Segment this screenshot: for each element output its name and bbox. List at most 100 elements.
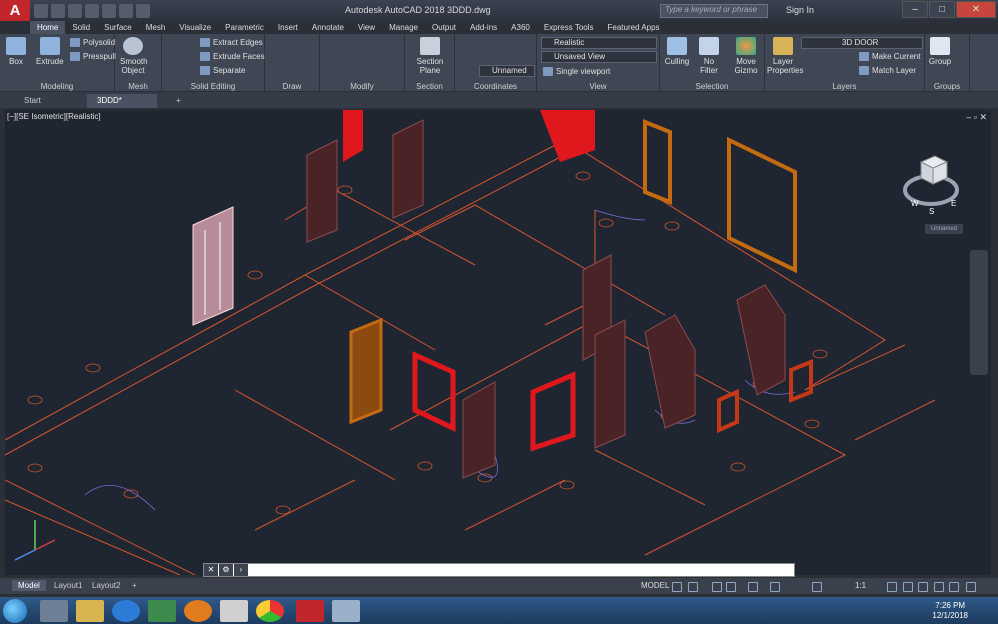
modeling-label[interactable]: Modeling — [0, 82, 114, 91]
isolate-objects-icon[interactable] — [934, 582, 944, 592]
maximize-button[interactable]: □ — [929, 1, 955, 18]
tab-featured-apps[interactable]: Featured Apps — [601, 21, 667, 34]
layout-tab-model[interactable]: Model — [12, 580, 46, 591]
app3-icon[interactable] — [220, 600, 248, 622]
redo-icon[interactable] — [136, 3, 150, 18]
presspull-button[interactable]: Presspull — [70, 52, 116, 62]
print-icon[interactable] — [102, 3, 116, 18]
tab-solid[interactable]: Solid — [65, 21, 97, 34]
tab-insert[interactable]: Insert — [271, 21, 305, 34]
modify-label[interactable]: Modify — [320, 82, 404, 91]
ucs-name-label[interactable]: Unnamed — [925, 224, 963, 234]
groups-label[interactable]: Groups — [925, 82, 969, 91]
osnap-icon[interactable] — [748, 582, 758, 592]
save-as-icon[interactable] — [85, 3, 99, 18]
tab-start[interactable]: Start — [14, 94, 51, 108]
close-button[interactable]: ✕ — [956, 1, 996, 18]
command-input[interactable] — [249, 564, 794, 576]
open-file-icon[interactable] — [51, 3, 65, 18]
annotation-visibility-icon[interactable] — [812, 582, 822, 592]
polysolid-button[interactable]: Polysolid — [70, 38, 115, 48]
view-label[interactable]: View — [537, 82, 659, 91]
make-current-button[interactable]: Make Current — [859, 52, 920, 62]
tab-express-tools[interactable]: Express Tools — [537, 21, 601, 34]
close-command-icon[interactable]: ✕ — [204, 564, 218, 576]
tab-manage[interactable]: Manage — [382, 21, 425, 34]
no-filter-button[interactable]: No Filter — [694, 37, 724, 75]
group-button[interactable]: Group — [928, 37, 952, 66]
mesh-label[interactable]: Mesh — [115, 82, 161, 91]
tab-mesh[interactable]: Mesh — [139, 21, 173, 34]
viewport-controls-label[interactable]: [−][SE Isometric][Realistic] — [7, 112, 101, 121]
lineweight-icon[interactable] — [770, 582, 780, 592]
undo-icon[interactable] — [119, 3, 133, 18]
search-input[interactable]: Type a keyword or phrase — [660, 4, 768, 18]
coordinates-label[interactable]: Coordinates — [455, 82, 536, 91]
sign-in-link[interactable]: Sign In — [786, 5, 814, 15]
ucs-dropdown[interactable]: Unnamed — [479, 65, 535, 77]
layout-tab-layout1[interactable]: Layout1 — [48, 580, 88, 591]
model-space-button[interactable]: MODEL — [641, 581, 669, 590]
viewcube[interactable]: W S E Unnamed — [903, 150, 963, 234]
tab-parametric[interactable]: Parametric — [218, 21, 271, 34]
media-player-icon[interactable] — [40, 600, 68, 622]
draw-label[interactable]: Draw — [265, 82, 319, 91]
clean-screen-icon[interactable] — [949, 582, 959, 592]
tab-a360[interactable]: A360 — [504, 21, 537, 34]
layer-dropdown[interactable]: 3D DOOR — [801, 37, 923, 49]
polar-icon[interactable] — [726, 582, 736, 592]
app-icon[interactable] — [148, 600, 176, 622]
viewport-window-controls[interactable]: – ▫ ✕ — [966, 112, 987, 123]
tab-add-ins[interactable]: Add-ins — [463, 21, 504, 34]
ortho-icon[interactable] — [712, 582, 722, 592]
save-icon[interactable] — [68, 3, 82, 18]
section-label[interactable]: Section — [405, 82, 454, 91]
box-button[interactable]: Box — [6, 37, 26, 66]
section-plane-button[interactable]: Section Plane — [415, 37, 445, 75]
app2-icon[interactable] — [184, 600, 212, 622]
named-view-dropdown[interactable]: Unsaved View — [541, 51, 657, 63]
layers-label[interactable]: Layers — [765, 82, 924, 91]
plus-icon[interactable] — [903, 582, 913, 592]
match-layer-button[interactable]: Match Layer — [859, 66, 916, 76]
windows-start-icon[interactable] — [3, 599, 27, 623]
annotation-scale[interactable]: 1:1 — [855, 581, 866, 590]
autocad-taskbar-icon[interactable] — [296, 600, 324, 622]
add-layout-button[interactable]: + — [126, 580, 143, 591]
viewport-config-button[interactable]: Single viewport — [543, 67, 610, 77]
grid-icon[interactable] — [672, 582, 682, 592]
command-prompt-icon[interactable]: › — [234, 564, 248, 576]
snap-icon[interactable] — [688, 582, 698, 592]
system-clock[interactable]: 7:26 PM 12/1/2018 — [932, 601, 968, 621]
tab-visualize[interactable]: Visualize — [172, 21, 218, 34]
separate-button[interactable]: Separate — [200, 66, 245, 76]
culling-button[interactable]: Culling — [664, 37, 690, 66]
app4-icon[interactable] — [332, 600, 360, 622]
drawing-viewport[interactable]: [−][SE Isometric][Realistic] – ▫ ✕ W S E… — [5, 110, 991, 575]
file-explorer-icon[interactable] — [76, 600, 104, 622]
minimize-button[interactable]: – — [902, 1, 928, 18]
tab-output[interactable]: Output — [425, 21, 463, 34]
extrude-faces-button[interactable]: Extrude Faces — [200, 52, 265, 62]
visual-style-dropdown[interactable]: Realistic — [541, 37, 657, 49]
new-tab-button[interactable]: + — [166, 94, 191, 108]
move-gizmo-button[interactable]: Move Gizmo — [732, 37, 760, 75]
selection-label[interactable]: Selection — [660, 82, 764, 91]
solid-editing-label[interactable]: Solid Editing — [162, 82, 264, 91]
hardware-acceleration-icon[interactable] — [918, 582, 928, 592]
customize-command-icon[interactable]: ⚙ — [219, 564, 233, 576]
navigation-bar[interactable] — [970, 250, 988, 375]
tab-home[interactable]: Home — [30, 21, 66, 34]
tab-view[interactable]: View — [351, 21, 382, 34]
tab-drawing[interactable]: 3DDD* — [87, 94, 157, 108]
layer-properties-button[interactable]: Layer Properties — [767, 37, 803, 75]
customization-icon[interactable] — [966, 582, 976, 592]
gear-icon[interactable] — [887, 582, 897, 592]
autocad-logo-icon[interactable]: A — [0, 0, 30, 21]
tab-surface[interactable]: Surface — [97, 21, 139, 34]
extrude-button[interactable]: Extrude — [36, 37, 64, 66]
layout-tab-layout2[interactable]: Layout2 — [86, 580, 126, 591]
extract-edges-button[interactable]: Extract Edges — [200, 38, 263, 48]
smooth-object-button[interactable]: Smooth Object — [120, 37, 148, 75]
tab-annotate[interactable]: Annotate — [305, 21, 351, 34]
